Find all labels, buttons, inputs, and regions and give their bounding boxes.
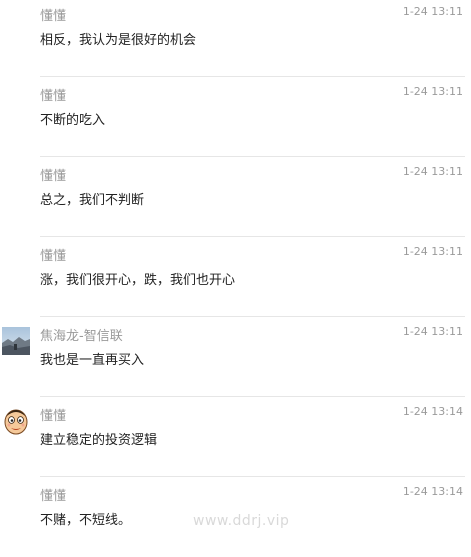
message-item: 懂懂 1-24 13:11 不断的吃入 — [0, 77, 471, 157]
message-text: 总之，我们不判断 — [40, 193, 145, 208]
message-text: 不赌，不短线。 — [40, 513, 132, 528]
message-feed: 懂懂 1-24 13:11 相反，我认为是很好的机会 懂懂 1-24 13:11… — [0, 0, 471, 557]
message-time: 1-24 13:11 — [402, 325, 463, 338]
sender-name[interactable]: 懂懂 — [40, 405, 66, 424]
message-text: 相反，我认为是很好的机会 — [40, 33, 197, 48]
message-time: 1-24 13:11 — [402, 245, 463, 258]
message-item: 懂懂 1-24 13:11 涨，我们很开心，跌，我们也开心 — [0, 237, 471, 317]
message-time: 1-24 13:14 — [402, 485, 463, 498]
message-text: 不断的吃入 — [40, 113, 106, 128]
message-text: 涨，我们很开心，跌，我们也开心 — [40, 273, 236, 288]
message-time: 1-24 13:11 — [402, 5, 463, 18]
message-item: 焦海龙-智信联 1-24 13:11 我也是一直再买入 — [0, 317, 471, 397]
message-text: 建立稳定的投资逻辑 — [40, 433, 158, 448]
message-item: 懂懂 1-24 13:11 相反，我认为是很好的机会 — [0, 0, 471, 77]
message-time: 1-24 13:11 — [402, 85, 463, 98]
message-time: 1-24 13:14 — [402, 405, 463, 418]
message-time: 1-24 13:11 — [402, 165, 463, 178]
landscape-photo-avatar[interactable] — [2, 327, 30, 355]
sender-name[interactable]: 焦海龙-智信联 — [40, 325, 123, 344]
watermark: www.ddrj.vip — [193, 513, 290, 529]
message-item: 懂懂 1-24 13:14 建立稳定的投资逻辑 — [0, 397, 471, 477]
message-item: 懂懂 1-24 13:11 总之，我们不判断 — [0, 157, 471, 237]
sender-name[interactable]: 懂懂 — [40, 85, 66, 104]
sender-name[interactable]: 懂懂 — [40, 165, 66, 184]
cartoon-face-avatar[interactable] — [2, 407, 30, 435]
sender-name[interactable]: 懂懂 — [40, 485, 66, 504]
sender-name[interactable]: 懂懂 — [40, 245, 66, 264]
sender-name[interactable]: 懂懂 — [40, 5, 66, 24]
message-text: 我也是一直再买入 — [40, 353, 145, 368]
